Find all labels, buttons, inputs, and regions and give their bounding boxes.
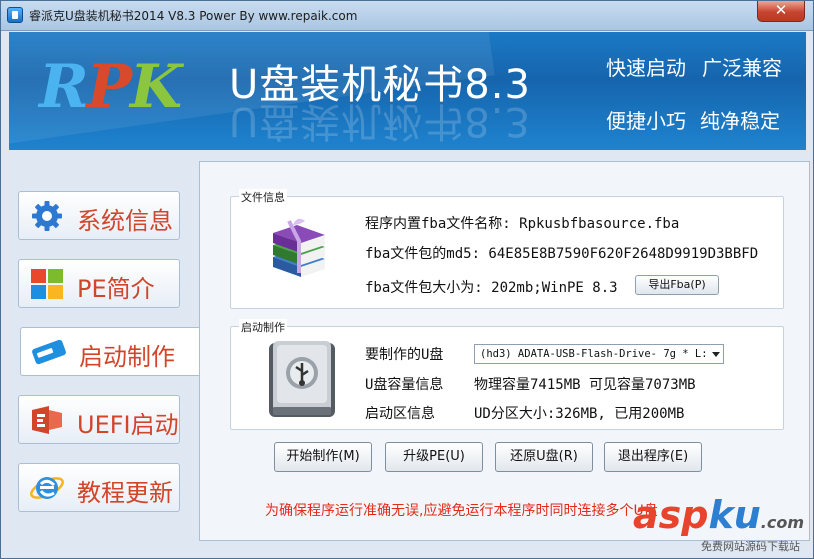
feature-compatibility: 广泛兼容 — [702, 56, 782, 80]
export-fba-button[interactable]: 导出Fba(P) — [635, 275, 719, 295]
file-info-group: 文件信息 程序内置fba文件名称: Rpkusbfbasource.fba fb… — [230, 189, 784, 309]
boot-partition-value: UD分区大小:326MB, 已用200MB — [474, 406, 685, 422]
fba-file-md5: fba文件包的md5: 64E85E8B7590F620F2648D9919D3… — [365, 246, 759, 262]
sidebar-item-system-info[interactable]: 系统信息 — [18, 191, 180, 240]
sidebar-item-label: 教程更新 — [77, 479, 173, 507]
logo-letter-r: R — [39, 52, 89, 122]
sidebar-item-pe-intro[interactable]: PE简介 — [18, 259, 180, 308]
target-drive-label: 要制作的U盘 — [365, 347, 444, 363]
header-banner: RPK U盘装机秘书8.3 U盘装机秘书8.3 快速启动 广泛兼容 便捷小巧 纯… — [9, 32, 806, 150]
sidebar-item-uefi-boot[interactable]: UEFI启动 — [18, 395, 180, 444]
window-title: 睿派克U盘装机秘书2014 V8.3 Power By www.repaik.c… — [29, 9, 358, 23]
fba-file-size: fba文件包大小为: 202mb;WinPE 8.3 — [365, 280, 618, 296]
uefi-icon — [32, 406, 62, 434]
boot-make-title: 启动制作 — [239, 319, 287, 335]
capacity-label: U盘容量信息 — [365, 377, 444, 393]
logo-letter-p: P — [86, 52, 132, 122]
restore-drive-button[interactable]: 还原U盘(R) — [495, 442, 593, 472]
watermark-subtitle: 免费网站源码下载站 — [701, 540, 800, 553]
product-title-reflection: U盘装机秘书8.3 — [229, 98, 531, 144]
close-button[interactable]: ✕ — [757, 1, 805, 22]
hard-drive-icon — [269, 341, 335, 417]
gear-icon — [32, 201, 62, 231]
upgrade-pe-button[interactable]: 升级PE(U) — [385, 442, 483, 472]
sidebar-item-boot-make[interactable]: 启动制作 — [20, 327, 200, 376]
boot-make-group: 启动制作 要制作的U盘 (hd3) ADATA-USB-Flash-Drive-… — [230, 319, 784, 430]
feature-portable: 便捷小巧 — [606, 109, 686, 133]
sidebar-item-label: 启动制作 — [79, 343, 175, 371]
app-window: 睿派克U盘装机秘书2014 V8.3 Power By www.repaik.c… — [0, 0, 814, 559]
exit-button[interactable]: 退出程序(E) — [604, 442, 702, 472]
target-drive-value: (hd3) ADATA-USB-Flash-Drive- 7g * L: — [480, 348, 708, 360]
usb-drive-icon — [32, 339, 66, 365]
warning-text: 为确保程序运行准确无误,应避免运行本程序时同时连接多个U盘 — [265, 503, 658, 519]
target-drive-select[interactable]: (hd3) ADATA-USB-Flash-Drive- 7g * L: — [474, 344, 724, 364]
windows-logo-icon — [31, 269, 63, 299]
file-info-title: 文件信息 — [239, 189, 287, 205]
logo-letter-k: K — [130, 52, 182, 122]
boot-partition-label: 启动区信息 — [365, 406, 435, 422]
app-icon — [7, 7, 23, 23]
feature-fast-boot: 快速启动 — [606, 56, 686, 80]
capacity-value: 物理容量7415MB 可见容量7073MB — [474, 377, 696, 393]
sidebar-item-label: PE简介 — [77, 275, 155, 303]
title-bar[interactable]: 睿派克U盘装机秘书2014 V8.3 Power By www.repaik.c… — [1, 1, 813, 31]
archive-books-icon — [273, 218, 325, 277]
rpk-logo: RPK — [39, 52, 182, 122]
chevron-down-icon — [712, 352, 720, 357]
sidebar-item-label: 系统信息 — [77, 207, 173, 235]
aspku-watermark: aspku.com — [633, 493, 805, 537]
start-make-button[interactable]: 开始制作(M) — [274, 442, 372, 472]
fba-file-name: 程序内置fba文件名称: Rpkusbfbasource.fba — [365, 216, 680, 232]
internet-explorer-icon — [30, 477, 64, 499]
sidebar-item-label: UEFI启动 — [77, 411, 179, 439]
feature-clean-stable: 纯净稳定 — [700, 109, 780, 133]
sidebar-item-tutorial-update[interactable]: 教程更新 — [18, 463, 180, 512]
